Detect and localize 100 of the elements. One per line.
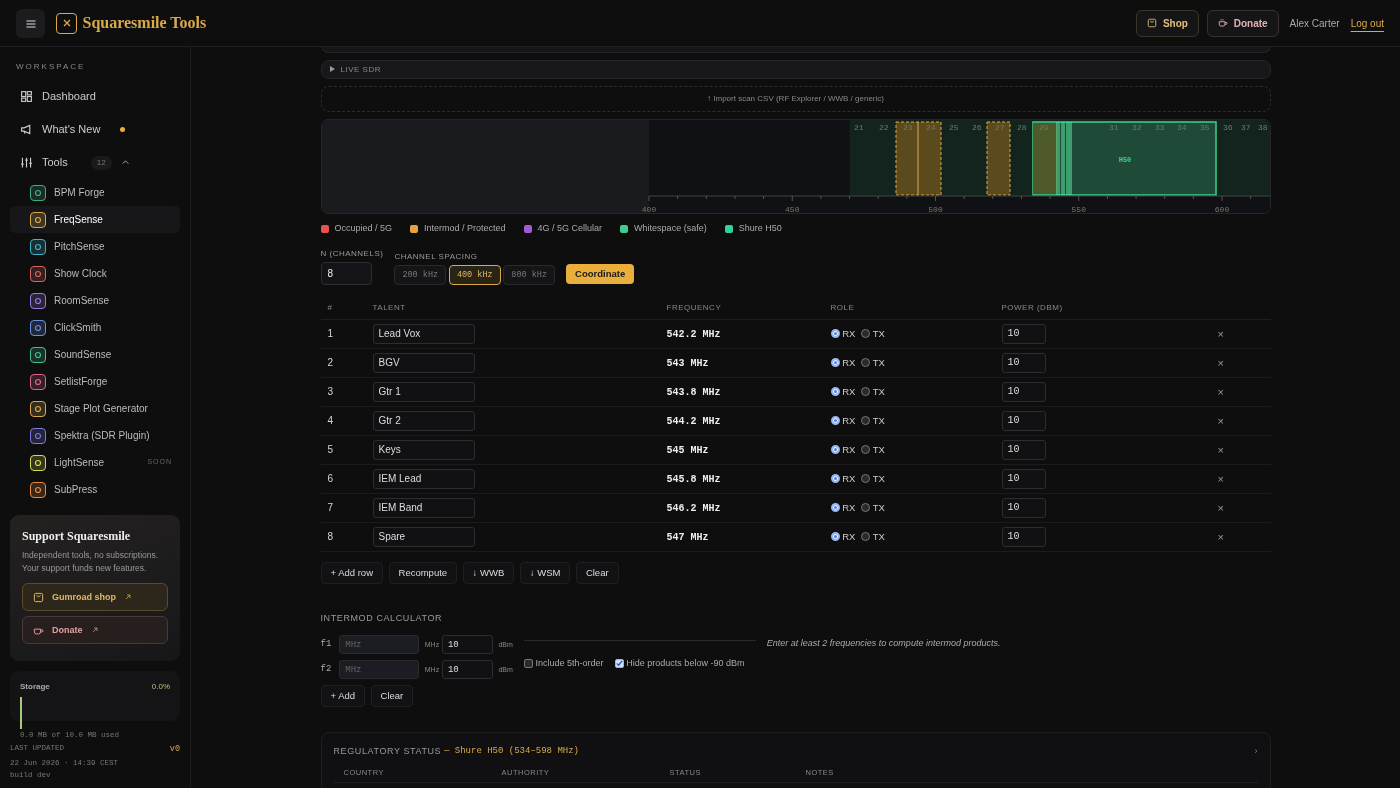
axis-label: 500 [927, 205, 943, 213]
tool-item[interactable]: Stage Plot Generator [10, 395, 180, 422]
talent-input[interactable]: Spare [372, 526, 475, 547]
channel-number: 25 [948, 123, 959, 132]
row-number: 7 [327, 502, 334, 514]
tool-item[interactable]: BPM Forge [10, 179, 180, 206]
axis-label: 550 [1071, 205, 1086, 213]
role-radio[interactable]: RX [830, 529, 856, 544]
remove-button[interactable]: × [1217, 499, 1224, 516]
tool-item[interactable]: SetlistForge [10, 368, 180, 395]
nav-label[interactable]: Dashboard [42, 88, 96, 105]
role-radio[interactable]: RX [830, 326, 856, 341]
talent-input[interactable]: Keys [372, 439, 475, 460]
storage-percent: 0.0% [151, 681, 170, 694]
remove-button[interactable]: × [1217, 383, 1224, 400]
action-button[interactable]: + Add [320, 685, 366, 708]
power-input[interactable]: 10 [1001, 352, 1046, 373]
action-button[interactable]: Clear [575, 561, 619, 584]
frequency-value: 547 MHz [666, 531, 709, 543]
role-radio[interactable]: RX [830, 471, 856, 486]
role-radio[interactable]: RX [830, 384, 856, 399]
tool-item[interactable]: SoundSense [10, 341, 180, 368]
power-input[interactable]: 10 [1001, 497, 1046, 518]
remove-button[interactable]: × [1217, 325, 1224, 342]
axis-label: 450 [784, 205, 799, 213]
storage-label: Storage [20, 681, 50, 694]
frequency-input[interactable]: MHz [339, 660, 420, 680]
action-button[interactable]: ↓ WSM [519, 561, 571, 584]
role-radio[interactable]: RX [830, 413, 856, 428]
role-radio[interactable]: TX [860, 471, 885, 486]
tools-nav-item[interactable]: Tools 12 [10, 146, 180, 179]
remove-button[interactable]: × [1217, 528, 1224, 545]
menu-button[interactable] [16, 8, 45, 38]
donate-button[interactable]: Donate [1207, 9, 1279, 37]
column-header: ROLE [823, 297, 995, 320]
power-input[interactable]: 10 [1001, 526, 1046, 547]
power-input[interactable]: 10 [1001, 410, 1046, 431]
section-title: REGULATORY STATUS [333, 745, 442, 759]
frequency-input[interactable]: MHz [339, 635, 420, 655]
action-button[interactable]: + Add row [320, 561, 383, 584]
role-radio[interactable]: TX [860, 326, 885, 341]
power-input[interactable]: 10 [441, 660, 493, 680]
spacing-option[interactable]: 800 kHz [503, 265, 556, 286]
role-radio[interactable]: RX [830, 355, 856, 370]
talent-input[interactable]: Gtr 1 [372, 381, 475, 402]
talent-input[interactable]: Lead Vox [372, 323, 475, 344]
power-input[interactable]: 10 [1001, 468, 1046, 489]
spacing-option[interactable]: 200 kHz [394, 265, 447, 286]
field-label: N (CHANNELS) [320, 247, 384, 260]
logout-link[interactable]: Log out [1350, 15, 1384, 31]
expand-toggle[interactable]: › [1254, 745, 1258, 759]
tool-item[interactable]: RoomSense [10, 287, 180, 314]
role-radio[interactable]: RX [830, 500, 856, 515]
channel-count-input[interactable]: 8 [320, 262, 372, 286]
power-input[interactable]: 10 [1001, 381, 1046, 402]
action-button[interactable]: Clear [370, 685, 414, 708]
option-checkbox[interactable]: Include 5th-order [523, 657, 604, 671]
tool-item[interactable]: ClickSmith [10, 314, 180, 341]
talent-input[interactable]: IEM Lead [372, 468, 475, 489]
remove-button[interactable]: × [1217, 354, 1224, 371]
live-sdr-toggle[interactable]: LIVE SDR [320, 60, 1271, 79]
channel-number: 34 [1176, 123, 1187, 132]
tool-item[interactable]: Spektra (SDR Plugin) [10, 422, 180, 449]
tool-item[interactable]: SubPress [10, 476, 180, 503]
dashboard-icon [20, 90, 33, 103]
gumroad-shop-button[interactable]: Gumroad shop [22, 583, 168, 612]
talent-input[interactable]: Gtr 2 [372, 410, 475, 431]
tool-item[interactable]: FreqSense [10, 206, 180, 233]
channel-number: 31 [1108, 123, 1119, 132]
role-radio[interactable]: TX [860, 442, 885, 457]
role-radio[interactable]: TX [860, 384, 885, 399]
channel-number: 35 [1199, 123, 1210, 132]
action-button[interactable]: ↓ WWB [462, 561, 515, 584]
power-input[interactable]: 10 [1001, 323, 1046, 344]
action-button[interactable]: Recompute [388, 561, 458, 584]
option-checkbox[interactable]: Hide products below -90 dBm [614, 657, 745, 671]
tool-item[interactable]: Show Clock [10, 260, 180, 287]
role-radio[interactable]: TX [860, 500, 885, 515]
tool-item[interactable]: PitchSense [10, 233, 180, 260]
talent-input[interactable]: BGV [372, 352, 475, 373]
chevron-icon[interactable] [120, 158, 130, 167]
remove-button[interactable]: × [1217, 412, 1224, 429]
remove-button[interactable]: × [1217, 470, 1224, 487]
talent-input[interactable]: IEM Band [372, 497, 475, 518]
spacing-option[interactable]: 400 kHz [448, 265, 501, 286]
shop-button[interactable]: Shop [1136, 9, 1199, 37]
channel-number: 21 [853, 123, 864, 132]
role-radio[interactable]: TX [860, 355, 885, 370]
coordinate-button[interactable]: Coordinate [566, 264, 635, 285]
role-radio[interactable]: TX [860, 413, 885, 428]
power-input[interactable]: 10 [1001, 439, 1046, 460]
nav-label[interactable]: What's New [42, 121, 101, 138]
donate-button[interactable]: Donate [22, 616, 168, 645]
field-label: f1 [320, 638, 333, 651]
role-radio[interactable]: RX [830, 442, 856, 457]
role-radio[interactable]: TX [860, 529, 885, 544]
remove-button[interactable]: × [1217, 441, 1224, 458]
support-title: Support Squaresmile [22, 528, 132, 545]
import-dropzone[interactable]: ↑ Import scan CSV (RF Explorer / WWB / generic) [320, 86, 1271, 112]
power-input[interactable]: 10 [441, 635, 493, 655]
